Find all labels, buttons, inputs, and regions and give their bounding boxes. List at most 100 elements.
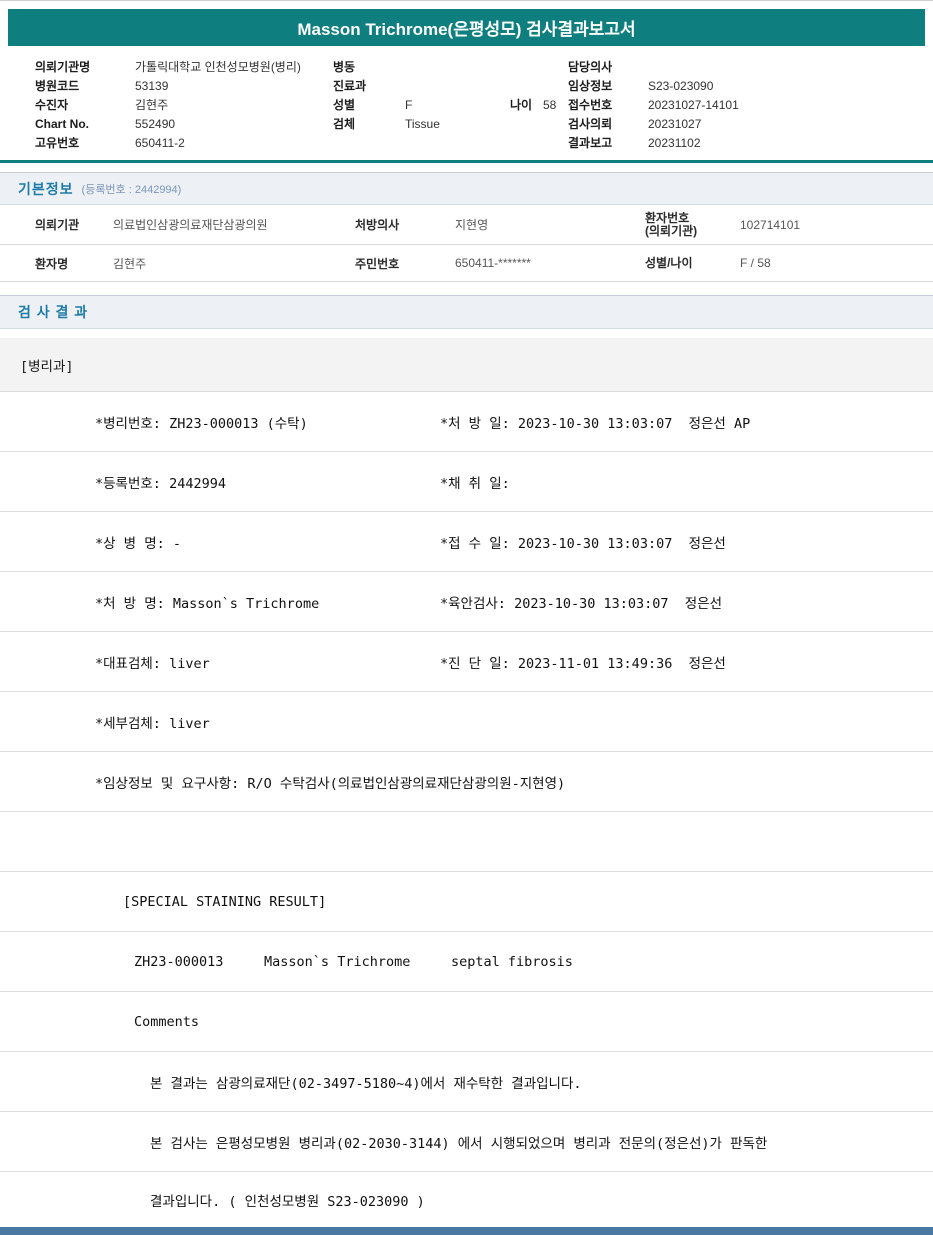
patient-header-left-column: 의뢰기관명 가톨릭대학교 인천성모병원(병리) 병원코드 53139 수진자 김… — [35, 57, 301, 152]
field-label: 성별 — [333, 98, 356, 112]
report-line-right: *채 취 일: — [440, 475, 510, 492]
field-row: 병동 — [333, 57, 556, 76]
section-basic-info: 기본정보 (등록번호 : 2442994) — [0, 172, 933, 205]
field-label: 나이 — [510, 98, 533, 112]
report-line-left: *상 병 명: - — [95, 535, 182, 552]
report-line-right: *진 단 일: 2023-11-01 13:49:36 정은선 — [440, 655, 726, 672]
field-row: 검사의뢰 20231027 — [568, 114, 739, 133]
report-line-left: 본 검사는 은평성모병원 병리과(02-2030-3144) 에서 시행되었으며… — [150, 1135, 768, 1152]
field-row: 진료과 — [333, 76, 556, 95]
report-title: Masson Trichrome(은평성모) 검사결과보고서 — [297, 20, 636, 39]
section-subtitle: (등록번호 : 2442994) — [81, 183, 182, 196]
report-line: *임상정보 및 요구사항: R/O 수탁검사(의료법인삼광의료재단삼광의원-지현… — [0, 752, 933, 812]
report-line-left: *병리번호: ZH23-000013 (수탁) — [95, 415, 308, 432]
field-label: 담당의사 — [568, 60, 613, 74]
field-row: 의뢰기관명 가톨릭대학교 인천성모병원(병리) — [35, 57, 301, 76]
report-line-right: *처 방 일: 2023-10-30 13:03:07 정은선 AP — [440, 415, 751, 432]
bottom-footer-bar — [0, 1227, 933, 1235]
cell-value: 지현영 — [455, 218, 489, 232]
field-label: 의뢰기관명 — [35, 60, 91, 74]
report-line: Comments — [0, 992, 933, 1052]
cell-label: 의뢰기관 — [35, 218, 80, 232]
report-line-right: *육안검사: 2023-10-30 13:03:07 정은선 — [440, 595, 723, 612]
report-title-bar: Masson Trichrome(은평성모) 검사결과보고서 — [8, 9, 925, 46]
report-line: *병리번호: ZH23-000013 (수탁) *처 방 일: 2023-10-… — [0, 392, 933, 452]
field-label: 수진자 — [35, 98, 69, 112]
report-line-left: 결과입니다. ( 인천성모병원 S23-023090 ) — [150, 1194, 425, 1210]
report-line-left: *대표검체: liver — [95, 655, 210, 672]
cell-value: 김현주 — [113, 256, 147, 271]
field-value: 20231102 — [648, 135, 701, 150]
report-line-left: *처 방 명: Masson`s Trichrome — [95, 595, 320, 612]
cell-value: 102714101 — [740, 217, 801, 232]
department-label: [병리과] — [20, 358, 74, 375]
report-line: *대표검체: liver *진 단 일: 2023-11-01 13:49:36… — [0, 632, 933, 692]
report-line: *상 병 명: - *접 수 일: 2023-10-30 13:03:07 정은… — [0, 512, 933, 572]
report-line: ZH23-000013 Masson`s Trichrome septal fi… — [0, 932, 933, 992]
field-label: 검사의뢰 — [568, 117, 613, 131]
field-value: 김현주 — [135, 98, 169, 112]
field-row: 접수번호 20231027-14101 — [568, 95, 739, 114]
field-row: Chart No. 552490 — [35, 114, 301, 133]
patient-header-middle-column: 병동 진료과 성별 F 나이 58 검체 Tissue — [333, 57, 556, 133]
field-value: 20231027 — [648, 116, 702, 131]
report-line-left: 본 결과는 삼광의료재단(02-3497-5180~4)에서 재수탁한 결과입니… — [150, 1075, 582, 1092]
field-label: 접수번호 — [568, 98, 613, 112]
field-label: 임상정보 — [568, 79, 613, 93]
cell-value: 650411-******* — [455, 256, 531, 270]
report-line: *처 방 명: Masson`s Trichrome *육안검사: 2023-1… — [0, 572, 933, 632]
field-row: 임상정보 S23-023090 — [568, 76, 739, 95]
field-value: 58 — [543, 97, 557, 112]
field-label: Chart No. — [35, 116, 89, 131]
field-value: Tissue — [405, 116, 440, 131]
report-line: [SPECIAL STAINING RESULT] — [0, 872, 933, 932]
report-line-left: *임상정보 및 요구사항: R/O 수탁검사(의료법인삼광의료재단삼광의원-지현… — [95, 775, 566, 792]
section-title: 검 사 결 과 — [18, 304, 89, 320]
field-value: 650411-2 — [135, 135, 185, 150]
field-row: 결과보고 20231102 — [568, 133, 739, 152]
field-label: 결과보고 — [568, 136, 613, 150]
field-row: 병원코드 53139 — [35, 76, 301, 95]
cell-label: 성별/나이 — [645, 255, 693, 270]
report-line-left: Comments — [134, 1013, 200, 1030]
field-value: 53139 — [135, 78, 169, 93]
field-value: 552490 — [135, 116, 176, 131]
field-value: F — [405, 97, 413, 112]
report-line: 본 결과는 삼광의료재단(02-3497-5180~4)에서 재수탁한 결과입니… — [0, 1052, 933, 1112]
cell-label: 주민번호 — [355, 256, 400, 271]
report-line-right: *접 수 일: 2023-10-30 13:03:07 정은선 — [440, 535, 726, 552]
field-label: 진료과 — [333, 79, 367, 93]
basic-info-table: 의뢰기관 의료법인삼광의료재단삼광의원 처방의사 지현영 환자번호 (의뢰기관)… — [0, 205, 933, 282]
report-line-left: [SPECIAL STAINING RESULT] — [123, 893, 327, 910]
field-row: 고유번호 650411-2 — [35, 133, 301, 152]
cell-value: F / 58 — [740, 256, 771, 270]
field-value: 20231027-14101 — [648, 97, 739, 112]
cell-value: 의료법인삼광의료재단삼광의원 — [113, 218, 268, 232]
field-row: 검체 Tissue — [333, 114, 556, 133]
report-line-left: *세부검체: liver — [95, 715, 210, 732]
patient-header-right-column: 담당의사 임상정보 S23-023090 접수번호 20231027-14101… — [568, 57, 739, 152]
report-line — [0, 812, 933, 872]
cell-label: 환자명 — [35, 256, 69, 271]
section-title: 기본정보 — [18, 180, 74, 197]
cell-label: 처방의사 — [355, 218, 400, 232]
field-label: 고유번호 — [35, 136, 80, 150]
table-row: 환자명 김현주 주민번호 650411-******* 성별/나이 F / 58 — [0, 245, 933, 282]
report-line-left: *등록번호: 2442994 — [95, 475, 226, 492]
report-line-left: ZH23-000013 Masson`s Trichrome septal fi… — [134, 953, 573, 970]
header-divider-rule — [0, 160, 933, 163]
field-row: 성별 F 나이 58 — [333, 95, 556, 114]
field-value: 가톨릭대학교 인천성모병원(병리) — [135, 60, 301, 74]
report-line: *등록번호: 2442994 *채 취 일: — [0, 452, 933, 512]
department-band: [병리과] — [0, 338, 933, 392]
cell-label: 환자번호 (의뢰기관) — [645, 210, 698, 238]
report-line: *세부검체: liver — [0, 692, 933, 752]
table-row: 의뢰기관 의료법인삼광의료재단삼광의원 처방의사 지현영 환자번호 (의뢰기관)… — [0, 205, 933, 245]
field-label: 병동 — [333, 60, 356, 74]
report-body: *병리번호: ZH23-000013 (수탁) *처 방 일: 2023-10-… — [0, 392, 933, 1228]
report-line: 본 검사는 은평성모병원 병리과(02-2030-3144) 에서 시행되었으며… — [0, 1112, 933, 1172]
patient-header: 의뢰기관명 가톨릭대학교 인천성모병원(병리) 병원코드 53139 수진자 김… — [0, 46, 933, 160]
section-test-results: 검 사 결 과 — [0, 295, 933, 329]
field-label: 검체 — [333, 117, 356, 131]
field-row: 담당의사 — [568, 57, 739, 76]
